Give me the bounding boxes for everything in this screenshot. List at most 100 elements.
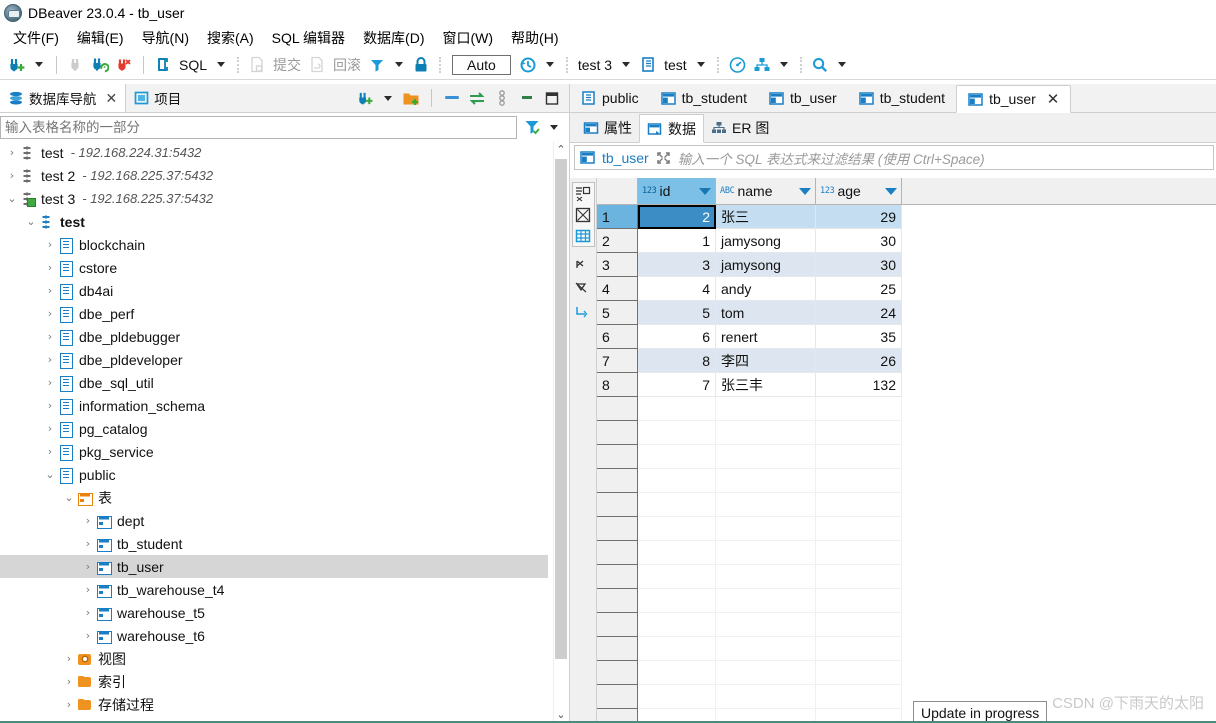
cell-name[interactable]: 李四 [716, 349, 816, 373]
editor-tab-tb_user[interactable]: tb_user [758, 84, 848, 112]
transaction-log-icon[interactable] [517, 53, 539, 77]
editor-tab-tb_student[interactable]: tb_student [848, 84, 956, 112]
chevron-right-icon[interactable]: › [43, 284, 57, 297]
chevron-right-icon[interactable]: › [43, 261, 57, 274]
search-icon[interactable] [809, 53, 831, 77]
scrollbar-thumb[interactable] [555, 159, 567, 659]
table-row[interactable]: 7 8 李四 26 [597, 349, 1216, 373]
tree-item-warehouse_t6[interactable]: › warehouse_t6 [0, 624, 554, 647]
cell-id[interactable]: 6 [638, 325, 716, 349]
chevron-down-icon[interactable]: ⌄ [62, 491, 76, 504]
editor-tab-tb_student[interactable]: tb_student [650, 84, 758, 112]
chevron-right-icon[interactable]: › [43, 422, 57, 435]
row-number-cell[interactable]: 1 [597, 205, 638, 229]
column-header-age[interactable]: 123 age [816, 178, 902, 204]
chevron-right-icon[interactable]: › [43, 399, 57, 412]
cell-id[interactable]: 8 [638, 349, 716, 373]
cell-age[interactable]: 35 [816, 325, 902, 349]
tree-item-db4ai[interactable]: › db4ai [0, 279, 554, 302]
subtab-properties[interactable]: 属性 [576, 113, 639, 142]
row-number-cell[interactable]: 3 [597, 253, 638, 277]
maximize-icon[interactable] [541, 86, 563, 110]
chevron-down-icon[interactable]: ⌄ [43, 468, 57, 481]
menu-window[interactable]: 窗口(W) [434, 26, 503, 50]
editor-tab-tb_user[interactable]: tb_user ✕ [956, 85, 1072, 113]
cell-age[interactable]: 25 [816, 277, 902, 301]
table-row[interactable]: 5 5 tom 24 [597, 301, 1216, 325]
chevron-down-icon[interactable] [384, 95, 392, 101]
cell-age[interactable]: 30 [816, 229, 902, 253]
column-filter-dropdown-icon[interactable] [799, 187, 811, 195]
connection-selector[interactable]: test 3 [575, 57, 615, 73]
collapse-all-icon[interactable] [441, 86, 463, 110]
tree-item-[interactable]: › 索引 [0, 670, 554, 693]
filter-toggle-icon[interactable] [573, 257, 594, 278]
tree-item-test[interactable]: ⌄ test [0, 210, 554, 233]
editor-tab-public[interactable]: public [570, 84, 650, 112]
tree-item-dbe_pldeveloper[interactable]: › dbe_pldeveloper [0, 348, 554, 371]
tree-item-information_schema[interactable]: › information_schema [0, 394, 554, 417]
subtab-data[interactable]: 数据 [639, 114, 704, 143]
tab-projects[interactable]: 项目 [126, 84, 189, 112]
row-number-cell[interactable]: 5 [597, 301, 638, 325]
chevron-down-icon[interactable]: ⌄ [24, 215, 38, 228]
cell-name[interactable]: andy [716, 277, 816, 301]
transaction-mode-icon[interactable] [366, 53, 388, 77]
filter-icon[interactable] [521, 115, 543, 139]
menu-help[interactable]: 帮助(H) [502, 26, 567, 50]
chevron-right-icon[interactable]: › [81, 583, 95, 596]
table-row[interactable]: 1 2 张三 29 [597, 205, 1216, 229]
chevron-right-icon[interactable]: › [43, 330, 57, 343]
data-transfer-icon[interactable] [751, 53, 773, 77]
search-input[interactable] [0, 115, 517, 139]
new-folder-icon[interactable] [400, 86, 422, 110]
chevron-right-icon[interactable]: › [43, 445, 57, 458]
row-number-cell[interactable]: 6 [597, 325, 638, 349]
close-icon[interactable]: ✕ [1047, 92, 1060, 107]
link-editor-icon[interactable] [466, 86, 488, 110]
grid-table-view-icon[interactable] [573, 225, 594, 246]
cell-age[interactable]: 26 [816, 349, 902, 373]
tab-database-navigator[interactable]: 数据库导航 ✕ [0, 84, 127, 112]
tree-item-warehouse_t5[interactable]: › warehouse_t5 [0, 601, 554, 624]
sql-editor-icon[interactable] [152, 53, 174, 77]
chevron-right-icon[interactable]: › [5, 146, 19, 159]
cell-age[interactable]: 132 [816, 373, 902, 397]
row-number-cell[interactable]: 8 [597, 373, 638, 397]
view-menu-icon[interactable] [491, 86, 513, 110]
sql-filter-bar[interactable]: tb_user 输入一个 SQL 表达式来过滤结果 (使用 Ctrl+Space… [574, 145, 1214, 170]
tree-item-[interactable]: › 视图 [0, 647, 554, 670]
transaction-log-dropdown-icon[interactable] [545, 62, 554, 67]
tree-scrollbar[interactable]: ⌃ ⌄ [553, 141, 568, 723]
menu-file[interactable]: 文件(F) [4, 26, 68, 50]
filter-dropdown-icon[interactable] [550, 124, 558, 130]
chevron-right-icon[interactable]: › [81, 606, 95, 619]
cell-id[interactable]: 1 [638, 229, 716, 253]
column-header-id[interactable]: 123 id [638, 178, 716, 204]
chevron-right-icon[interactable]: › [43, 353, 57, 366]
chevron-right-icon[interactable]: › [62, 698, 76, 711]
chevron-right-icon[interactable]: › [62, 675, 76, 688]
tree-item-tb_student[interactable]: › tb_student [0, 532, 554, 555]
sql-dropdown-icon[interactable] [217, 62, 226, 67]
column-layout-icon[interactable] [573, 303, 594, 324]
cell-age[interactable]: 29 [816, 205, 902, 229]
database-selector[interactable]: test [661, 57, 690, 73]
cell-name[interactable]: jamysong [716, 229, 816, 253]
minimize-icon[interactable] [516, 86, 538, 110]
tree-item-cstore[interactable]: › cstore [0, 256, 554, 279]
tree-item-[interactable]: › 存储过程 [0, 693, 554, 716]
tree-item-test3[interactable]: ⌄ test 3 - 192.168.225.37:5432 [0, 187, 554, 210]
row-number-cell[interactable]: 4 [597, 277, 638, 301]
table-row[interactable]: 3 3 jamysong 30 [597, 253, 1216, 277]
grid-text-view-icon[interactable] [573, 183, 594, 204]
expand-filter-icon[interactable] [656, 151, 671, 165]
chevron-right-icon[interactable]: › [43, 307, 57, 320]
new-connection-icon[interactable] [6, 53, 28, 77]
subtab-er-diagram[interactable]: ER 图 [704, 113, 776, 142]
grid-record-view-icon[interactable] [573, 204, 594, 225]
row-number-cell[interactable]: 2 [597, 229, 638, 253]
connection-dropdown-icon[interactable] [622, 62, 631, 67]
new-connection-dropdown-icon[interactable] [35, 62, 43, 67]
data-transfer-dropdown-icon[interactable] [779, 62, 788, 67]
